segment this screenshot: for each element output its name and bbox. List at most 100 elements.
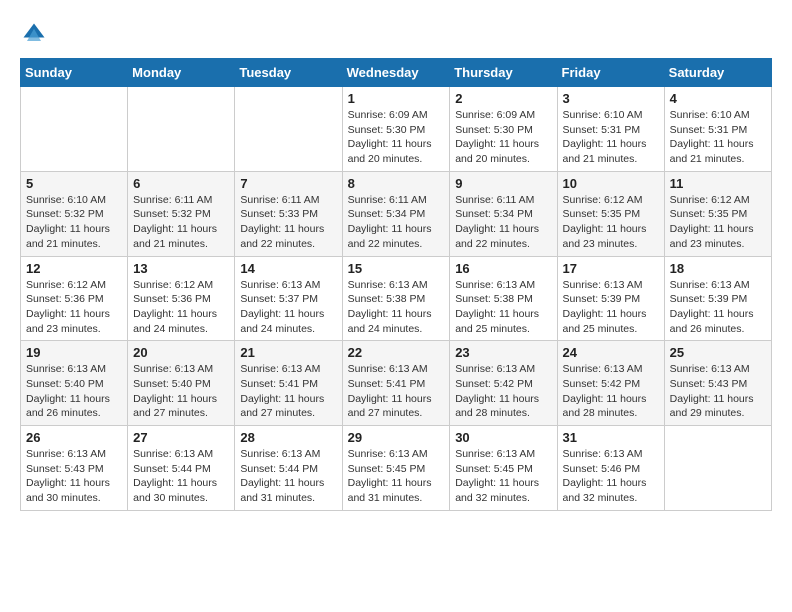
calendar-cell: 27 Sunrise: 6:13 AM Sunset: 5:44 PM Dayli… [128,426,235,511]
day-number: 29 [348,430,445,445]
day-number: 8 [348,176,445,191]
day-number: 10 [563,176,659,191]
calendar-body: 1 Sunrise: 6:09 AM Sunset: 5:30 PM Daylig… [21,87,772,511]
day-number: 1 [348,91,445,106]
header-cell-friday: Friday [557,59,664,87]
calendar-cell: 23 Sunrise: 6:13 AM Sunset: 5:42 PM Dayli… [450,341,557,426]
day-number: 11 [670,176,766,191]
day-detail: Sunrise: 6:13 AM Sunset: 5:39 PM Dayligh… [670,278,766,337]
day-detail: Sunrise: 6:09 AM Sunset: 5:30 PM Dayligh… [348,108,445,167]
calendar-cell: 22 Sunrise: 6:13 AM Sunset: 5:41 PM Dayli… [342,341,450,426]
header-cell-wednesday: Wednesday [342,59,450,87]
logo [20,20,52,48]
day-number: 15 [348,261,445,276]
day-detail: Sunrise: 6:13 AM Sunset: 5:44 PM Dayligh… [240,447,336,506]
day-detail: Sunrise: 6:13 AM Sunset: 5:40 PM Dayligh… [133,362,229,421]
calendar-cell: 8 Sunrise: 6:11 AM Sunset: 5:34 PM Daylig… [342,171,450,256]
day-detail: Sunrise: 6:13 AM Sunset: 5:38 PM Dayligh… [455,278,551,337]
calendar-cell [21,87,128,172]
calendar-cell [664,426,771,511]
calendar-cell: 2 Sunrise: 6:09 AM Sunset: 5:30 PM Daylig… [450,87,557,172]
header-cell-tuesday: Tuesday [235,59,342,87]
calendar-header: SundayMondayTuesdayWednesdayThursdayFrid… [21,59,772,87]
header-cell-monday: Monday [128,59,235,87]
week-row-2: 12 Sunrise: 6:12 AM Sunset: 5:36 PM Dayli… [21,256,772,341]
header-cell-thursday: Thursday [450,59,557,87]
calendar-cell: 29 Sunrise: 6:13 AM Sunset: 5:45 PM Dayli… [342,426,450,511]
calendar-cell [128,87,235,172]
calendar-cell: 4 Sunrise: 6:10 AM Sunset: 5:31 PM Daylig… [664,87,771,172]
day-detail: Sunrise: 6:13 AM Sunset: 5:41 PM Dayligh… [348,362,445,421]
calendar-table: SundayMondayTuesdayWednesdayThursdayFrid… [20,58,772,511]
day-detail: Sunrise: 6:13 AM Sunset: 5:42 PM Dayligh… [455,362,551,421]
header-row: SundayMondayTuesdayWednesdayThursdayFrid… [21,59,772,87]
day-detail: Sunrise: 6:10 AM Sunset: 5:31 PM Dayligh… [670,108,766,167]
day-number: 22 [348,345,445,360]
calendar-cell: 11 Sunrise: 6:12 AM Sunset: 5:35 PM Dayli… [664,171,771,256]
day-number: 4 [670,91,766,106]
day-detail: Sunrise: 6:11 AM Sunset: 5:34 PM Dayligh… [348,193,445,252]
day-detail: Sunrise: 6:11 AM Sunset: 5:34 PM Dayligh… [455,193,551,252]
day-number: 28 [240,430,336,445]
calendar-cell: 15 Sunrise: 6:13 AM Sunset: 5:38 PM Dayli… [342,256,450,341]
day-number: 14 [240,261,336,276]
day-number: 18 [670,261,766,276]
day-detail: Sunrise: 6:11 AM Sunset: 5:33 PM Dayligh… [240,193,336,252]
calendar-cell: 6 Sunrise: 6:11 AM Sunset: 5:32 PM Daylig… [128,171,235,256]
week-row-4: 26Sunrise: 6:13 AM Sunset: 5:43 PM Dayli… [21,426,772,511]
calendar-cell: 3 Sunrise: 6:10 AM Sunset: 5:31 PM Daylig… [557,87,664,172]
calendar-cell: 30Sunrise: 6:13 AM Sunset: 5:45 PM Dayli… [450,426,557,511]
day-number: 17 [563,261,659,276]
day-detail: Sunrise: 6:13 AM Sunset: 5:38 PM Dayligh… [348,278,445,337]
day-number: 7 [240,176,336,191]
day-number: 31 [563,430,659,445]
day-number: 25 [670,345,766,360]
day-number: 24 [563,345,659,360]
calendar-cell: 25 Sunrise: 6:13 AM Sunset: 5:43 PM Dayli… [664,341,771,426]
day-number: 3 [563,91,659,106]
day-detail: Sunrise: 6:12 AM Sunset: 5:35 PM Dayligh… [563,193,659,252]
calendar-cell: 24 Sunrise: 6:13 AM Sunset: 5:42 PM Dayli… [557,341,664,426]
week-row-0: 1 Sunrise: 6:09 AM Sunset: 5:30 PM Daylig… [21,87,772,172]
day-number: 19 [26,345,122,360]
day-detail: Sunrise: 6:13 AM Sunset: 5:42 PM Dayligh… [563,362,659,421]
day-number: 9 [455,176,551,191]
calendar-cell: 18 Sunrise: 6:13 AM Sunset: 5:39 PM Dayli… [664,256,771,341]
day-number: 21 [240,345,336,360]
calendar-cell [235,87,342,172]
day-number: 23 [455,345,551,360]
day-detail: Sunrise: 6:10 AM Sunset: 5:31 PM Dayligh… [563,108,659,167]
day-number: 5 [26,176,122,191]
calendar-cell: 14 Sunrise: 6:13 AM Sunset: 5:37 PM Dayli… [235,256,342,341]
day-detail: Sunrise: 6:13 AM Sunset: 5:39 PM Dayligh… [563,278,659,337]
day-number: 20 [133,345,229,360]
logo-icon [20,20,48,48]
day-number: 2 [455,91,551,106]
calendar-cell: 19 Sunrise: 6:13 AM Sunset: 5:40 PM Dayli… [21,341,128,426]
calendar-cell: 7 Sunrise: 6:11 AM Sunset: 5:33 PM Daylig… [235,171,342,256]
page-header [20,20,772,48]
day-number: 6 [133,176,229,191]
day-detail: Sunrise: 6:13 AM Sunset: 5:43 PM Dayligh… [670,362,766,421]
calendar-cell: 31Sunrise: 6:13 AM Sunset: 5:46 PM Dayli… [557,426,664,511]
day-number: 12 [26,261,122,276]
calendar-cell: 28 Sunrise: 6:13 AM Sunset: 5:44 PM Dayli… [235,426,342,511]
day-detail: Sunrise: 6:09 AM Sunset: 5:30 PM Dayligh… [455,108,551,167]
day-number: 30 [455,430,551,445]
day-detail: Sunrise: 6:12 AM Sunset: 5:35 PM Dayligh… [670,193,766,252]
calendar-cell: 21Sunrise: 6:13 AM Sunset: 5:41 PM Dayli… [235,341,342,426]
calendar-cell: 12 Sunrise: 6:12 AM Sunset: 5:36 PM Dayli… [21,256,128,341]
calendar-cell: 16Sunrise: 6:13 AM Sunset: 5:38 PM Dayli… [450,256,557,341]
day-detail: Sunrise: 6:13 AM Sunset: 5:37 PM Dayligh… [240,278,336,337]
day-detail: Sunrise: 6:13 AM Sunset: 5:40 PM Dayligh… [26,362,122,421]
day-detail: Sunrise: 6:11 AM Sunset: 5:32 PM Dayligh… [133,193,229,252]
calendar-cell: 5Sunrise: 6:10 AM Sunset: 5:32 PM Daylig… [21,171,128,256]
calendar-cell: 9 Sunrise: 6:11 AM Sunset: 5:34 PM Daylig… [450,171,557,256]
day-detail: Sunrise: 6:13 AM Sunset: 5:45 PM Dayligh… [348,447,445,506]
calendar-cell: 1 Sunrise: 6:09 AM Sunset: 5:30 PM Daylig… [342,87,450,172]
day-detail: Sunrise: 6:12 AM Sunset: 5:36 PM Dayligh… [26,278,122,337]
calendar-cell: 20 Sunrise: 6:13 AM Sunset: 5:40 PM Dayli… [128,341,235,426]
day-detail: Sunrise: 6:12 AM Sunset: 5:36 PM Dayligh… [133,278,229,337]
day-detail: Sunrise: 6:13 AM Sunset: 5:44 PM Dayligh… [133,447,229,506]
day-number: 27 [133,430,229,445]
